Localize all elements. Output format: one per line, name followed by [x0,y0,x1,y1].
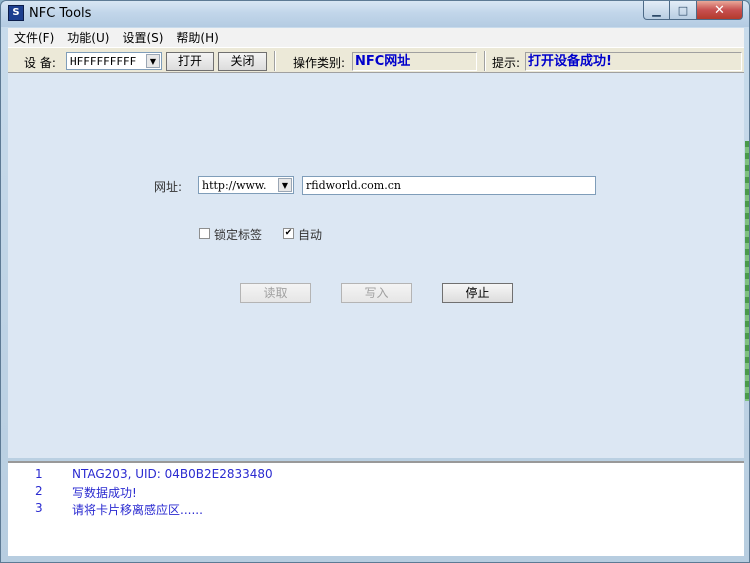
log-row-number: 1 [35,467,43,481]
nfc-app-icon: S [8,5,24,21]
log-row-number: 3 [35,501,43,515]
auto-checkbox[interactable]: ✔ [283,228,294,239]
url-input[interactable]: rfidworld.com.cn [302,176,596,195]
menu-bar: 文件(F) 功能(U) 设置(S) 帮助(H) [8,28,744,47]
read-button[interactable]: 读取 [240,283,311,303]
lock-tag-checkbox[interactable] [199,228,210,239]
chevron-down-icon[interactable]: ▼ [278,178,292,192]
menu-file[interactable]: 文件(F) [14,29,54,46]
minimize-button[interactable]: ▁ [643,1,670,20]
log-row-text: NTAG203, UID: 04B0B2E2833480 [72,467,273,481]
log-row-text: 请将卡片移离感应区...... [72,503,203,517]
url-label: 网址: [154,180,183,194]
device-label: 设 备: [24,56,56,70]
chevron-down-icon[interactable]: ▼ [146,54,160,68]
menu-function[interactable]: 功能(U) [67,29,109,46]
close-button[interactable]: ✕ [697,1,743,20]
toolbar: 设 备: HFFFFFFFFF ▼ 打开 关闭 操作类别: NFC网址 提示: … [8,47,744,73]
operation-label: 操作类别: [293,56,346,70]
checkmark-icon: ✔ [284,228,293,238]
hint-value: 打开设备成功! [525,52,742,71]
operation-value: NFC网址 [352,52,477,71]
title-bar[interactable]: S NFC Tools ▁ □ ✕ [1,1,749,27]
url-prefix-value: http://www. [202,179,267,192]
main-panel: 网址: http://www. ▼ rfidworld.com.cn 锁定标签 … [8,73,744,458]
device-value: HFFFFFFFFF [70,55,137,68]
log-row-text: 写数据成功! [72,486,137,500]
close-icon: ✕ [714,2,725,18]
log-row-number: 2 [35,484,43,498]
minimize-icon: ▁ [652,3,661,17]
write-button[interactable]: 写入 [341,283,412,303]
stop-button[interactable]: 停止 [442,283,513,303]
open-device-button[interactable]: 打开 [166,52,214,71]
lock-tag-label[interactable]: 锁定标签 [214,226,262,243]
maximize-button[interactable]: □ [670,1,697,20]
url-prefix-select[interactable]: http://www. ▼ [198,176,294,194]
device-select[interactable]: HFFFFFFFFF ▼ [66,52,162,70]
window-title: NFC Tools [29,6,92,21]
close-device-button[interactable]: 关闭 [218,52,267,71]
toolbar-separator [274,51,276,71]
toolbar-separator [484,51,486,71]
background-desktop-edge [745,141,749,401]
app-window: S NFC Tools ▁ □ ✕ 文件(F) 功能(U) 设置(S) 帮助(H… [0,0,750,563]
caption-buttons: ▁ □ ✕ [643,1,743,21]
menu-help[interactable]: 帮助(H) [176,29,218,46]
hint-label: 提示: [492,56,521,70]
menu-settings[interactable]: 设置(S) [122,29,163,46]
maximize-icon: □ [677,3,689,17]
log-list[interactable]: 1 NTAG203, UID: 04B0B2E2833480 2 写数据成功! … [8,461,744,556]
auto-label[interactable]: 自动 [298,226,322,243]
